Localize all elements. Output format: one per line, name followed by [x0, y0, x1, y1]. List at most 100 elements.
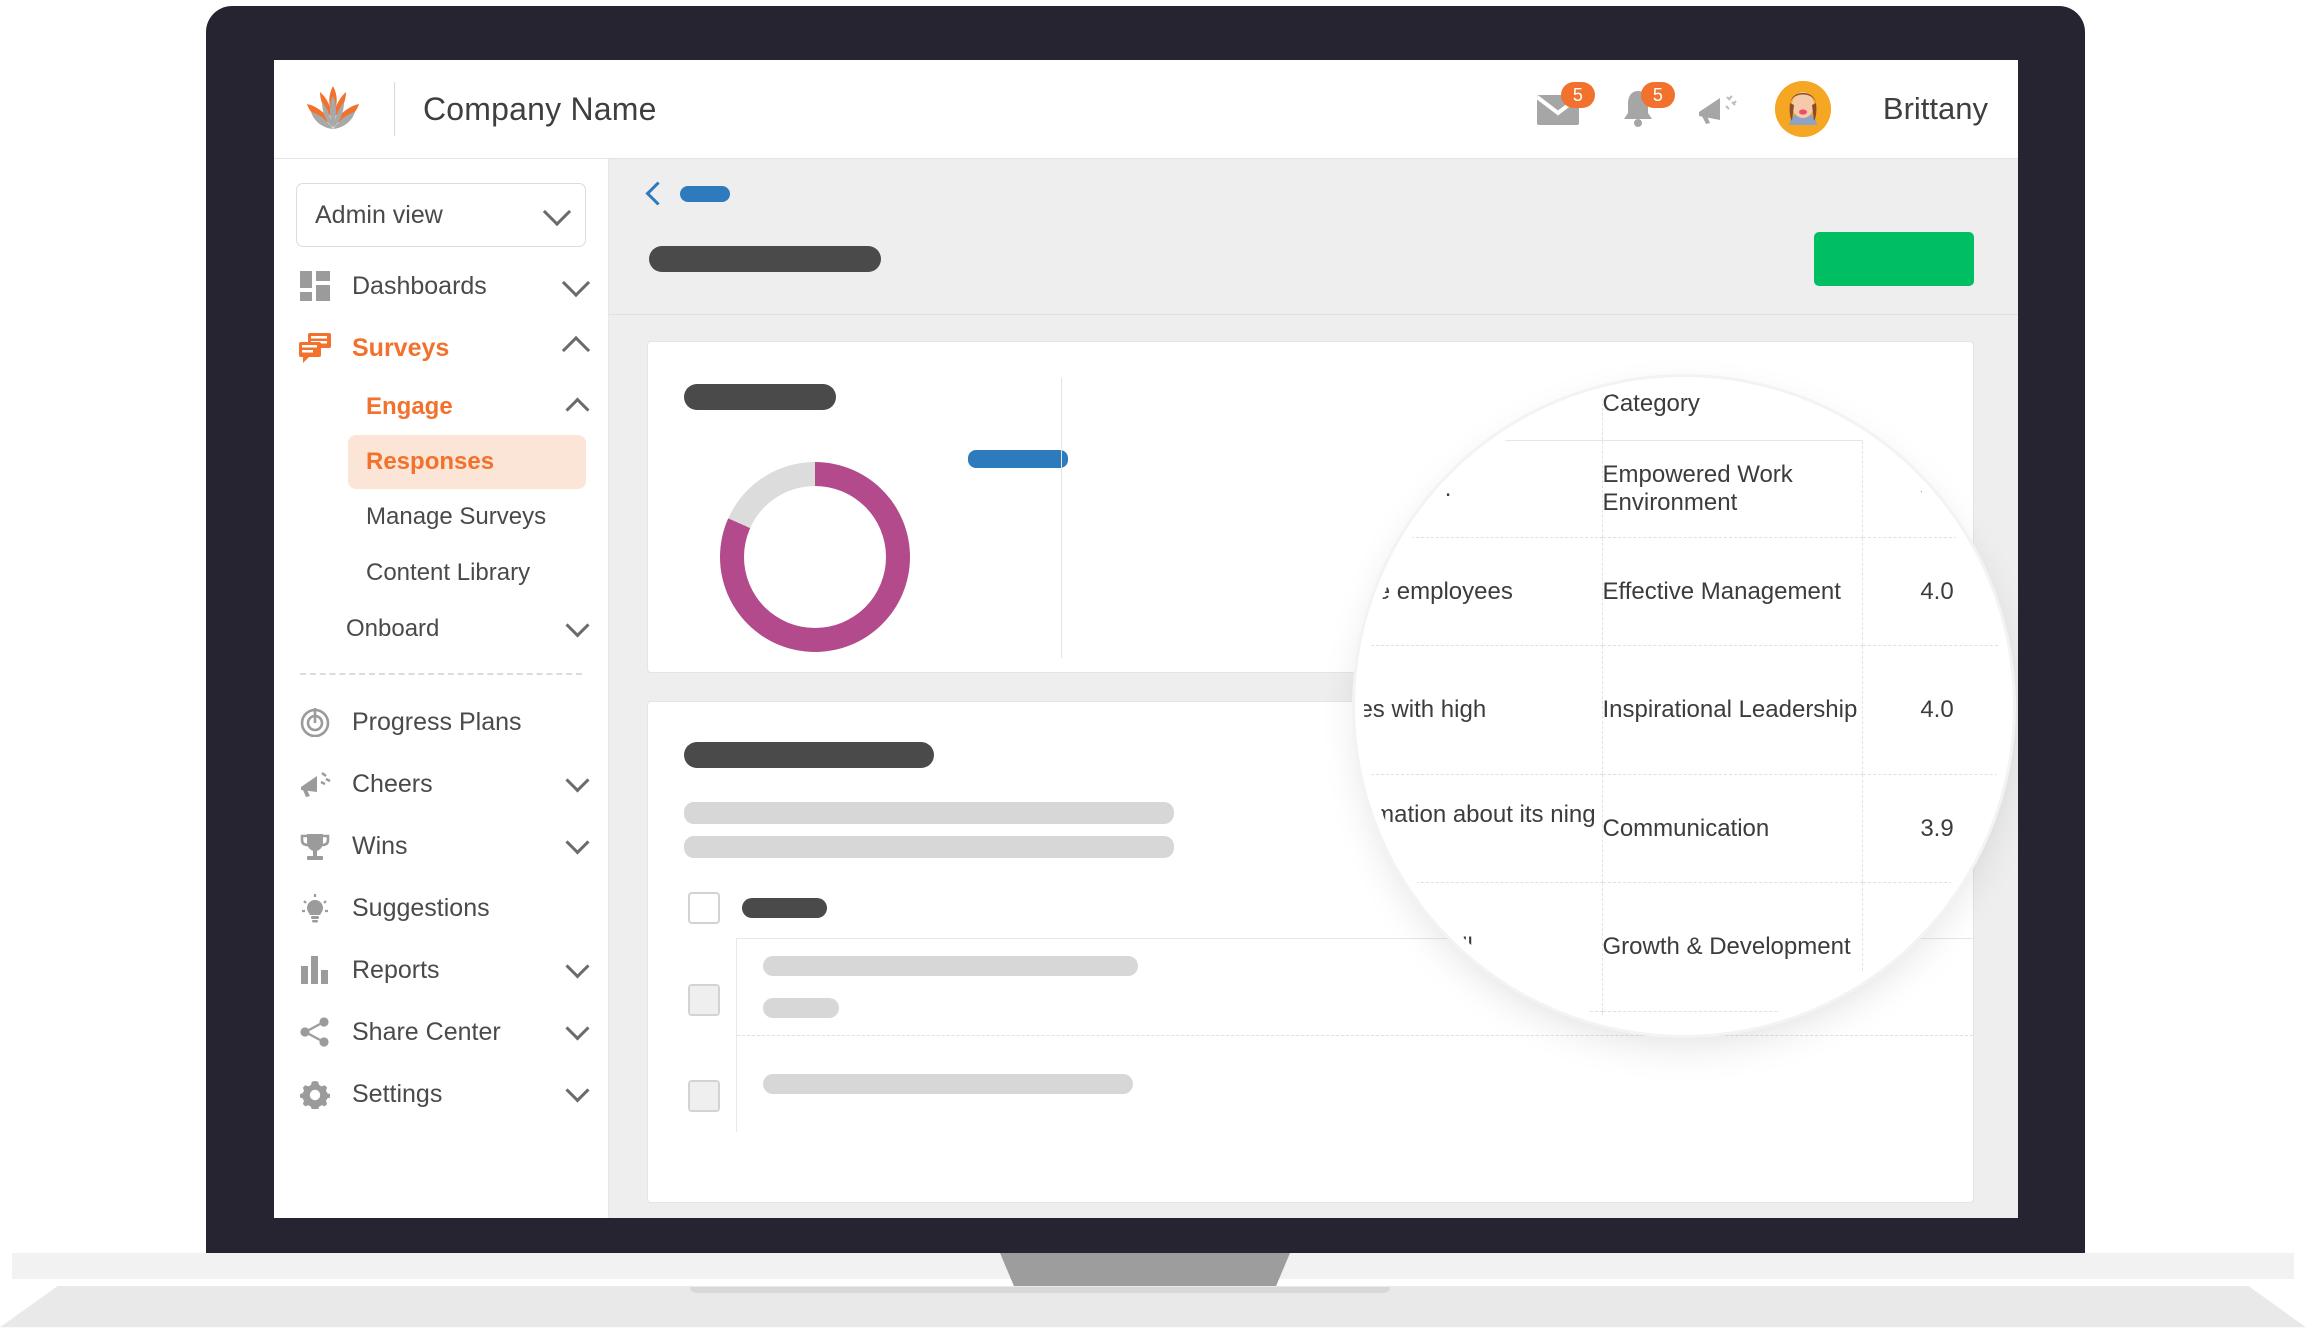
- row-checkbox[interactable]: [688, 1080, 720, 1112]
- table-header-row: Category Score Impacti Action: [1364, 386, 2004, 441]
- sidebar-subitem-engage[interactable]: Engage: [274, 379, 608, 435]
- row-line-secondary: [763, 998, 839, 1018]
- sidebar-item-label: Cheers: [352, 769, 433, 798]
- table-row[interactable]: to make improvements. Empowered Work Env…: [1364, 440, 2004, 538]
- mail-badge: 5: [1560, 82, 1595, 108]
- lotus-logo-icon: [300, 82, 366, 136]
- cell-category: Growth & Development: [1601, 882, 1862, 1013]
- sidebar-item-progress-plans[interactable]: Progress Plans: [274, 691, 608, 753]
- select-all-checkbox[interactable]: [688, 892, 720, 924]
- sidebar-subitem-label: Manage Surveys: [366, 503, 547, 530]
- sidebar-item-share-center[interactable]: Share Center: [274, 1001, 608, 1063]
- cell-score: 3.6: [1861, 1011, 2004, 1026]
- table-row[interactable]: [737, 1036, 1973, 1132]
- lightbulb-icon: [298, 891, 332, 925]
- sidebar-item-label: Suggestions: [352, 893, 490, 922]
- table-row[interactable]: s adequate information about its ning ch…: [1364, 774, 2004, 884]
- sidebar-item-settings[interactable]: Settings: [274, 1063, 608, 1125]
- table-row[interactable]: oals that all of the employees Effective…: [1364, 537, 2004, 647]
- sidebar-item-dashboards[interactable]: Dashboards: [274, 255, 608, 317]
- header-divider: [394, 82, 395, 136]
- table-row[interactable]: n are able to make many Empowered Work E…: [1364, 1011, 2004, 1026]
- bell-badge: 5: [1640, 82, 1675, 108]
- list-header-label: [742, 898, 827, 918]
- cell-statement: unity to develop to my full: [1364, 882, 1602, 1013]
- sidebar-subitem-manage-surveys[interactable]: Manage Surveys: [274, 489, 608, 545]
- sidebar-item-label: Progress Plans: [352, 707, 522, 736]
- chevron-down-icon: [565, 1016, 590, 1041]
- cell-statement: s adequate information about its ning ch…: [1364, 774, 1602, 884]
- brand-area: Company Name: [274, 82, 657, 136]
- row-line-primary: [763, 956, 1138, 976]
- col-statement: [1364, 386, 1602, 441]
- app-screen: Company Name 5 5 Brittany Admin view Das…: [274, 60, 2018, 1218]
- cell-category: Inspirational Leadership: [1601, 645, 1862, 776]
- chevron-down-icon: [542, 197, 572, 226]
- sidebar-subitem-label: Onboard: [346, 615, 440, 642]
- sidebar-item-surveys[interactable]: Surveys: [274, 317, 608, 379]
- breadcrumb[interactable]: [609, 159, 2018, 206]
- chevron-up-icon: [561, 335, 591, 365]
- share-icon: [298, 1015, 332, 1049]
- sidebar-item-label: Dashboards: [352, 271, 487, 300]
- cell-score: 3.9: [1861, 774, 2004, 884]
- megaphone-icon[interactable]: [1695, 86, 1741, 132]
- grid-icon: [298, 269, 332, 303]
- primary-action-button[interactable]: [1814, 232, 1974, 286]
- cell-statement: n are able to make many: [1364, 1011, 1602, 1026]
- cell-statement: oals that all of the employees: [1364, 537, 1602, 647]
- cell-score: 3.7: [1861, 882, 2004, 1013]
- donut-ring: [720, 462, 910, 652]
- chevron-down-icon: [561, 268, 591, 297]
- chevron-up-icon: [565, 396, 590, 422]
- view-selector-label: Admin view: [315, 200, 443, 229]
- cell-category: Empowered Work Environment: [1601, 440, 1862, 538]
- sidebar-subitem-responses[interactable]: Responses: [348, 435, 586, 489]
- laptop-deck: [0, 1286, 2306, 1328]
- card-vertical-divider: [1061, 378, 1062, 658]
- sidebar: Admin view Dashboards Surveys Engage Res…: [274, 159, 609, 1218]
- list-placeholder-line: [684, 836, 1174, 858]
- envelope-icon[interactable]: 5: [1535, 82, 1595, 132]
- sidebar-subitem-content-library[interactable]: Content Library: [274, 545, 608, 601]
- avatar[interactable]: [1774, 81, 1831, 137]
- cell-statement: to make improvements.: [1364, 440, 1602, 538]
- cell-score: 4.0: [1861, 537, 2004, 647]
- row-checkbox[interactable]: [688, 984, 720, 1016]
- cell-category: Effective Management: [1601, 537, 1862, 647]
- sidebar-item-label: Surveys: [352, 333, 450, 362]
- table-row[interactable]: unity to develop to my full Growth & Dev…: [1364, 882, 2004, 1013]
- sidebar-item-cheers[interactable]: Cheers: [274, 753, 608, 815]
- table-row[interactable]: nization operates with high Inspirationa…: [1364, 645, 2004, 776]
- card-tab-pill[interactable]: [968, 450, 1068, 468]
- page-title-row: [609, 202, 2018, 286]
- view-selector[interactable]: Admin view: [296, 183, 586, 247]
- sidebar-item-label: Share Center: [352, 1017, 501, 1046]
- sidebar-item-reports[interactable]: Reports: [274, 939, 608, 1001]
- magnified-table-view: uations All Impacts: [1364, 386, 2004, 1026]
- bell-icon[interactable]: 5: [1615, 82, 1675, 132]
- impact-table: Category Score Impacti Action to make im…: [1364, 386, 2004, 1026]
- content-divider: [609, 314, 2018, 315]
- magnifier-lens: uations All Impacts: [1364, 386, 2004, 1026]
- cell-score: 4.1: [1861, 440, 2004, 538]
- screenshot-root: Company Name 5 5 Brittany Admin view Das…: [0, 0, 2306, 1328]
- sidebar-subitem-label: Engage: [366, 393, 453, 420]
- user-name: Brittany: [1882, 91, 1988, 126]
- sidebar-subitem-label: Content Library: [366, 559, 531, 586]
- sidebar-item-label: Reports: [352, 955, 440, 984]
- cell-category: Empowered Work Environment: [1601, 1011, 1862, 1026]
- sidebar-item-label: Wins: [352, 831, 408, 860]
- page-title: [649, 246, 881, 272]
- target-icon: [298, 705, 332, 739]
- survey-chat-icon: [298, 331, 332, 365]
- sidebar-subitem-label: Responses: [366, 448, 495, 475]
- chevron-down-icon: [565, 954, 590, 979]
- breadcrumb-pill[interactable]: [680, 185, 730, 202]
- sidebar-subitem-onboard[interactable]: Onboard: [274, 601, 608, 657]
- sidebar-item-suggestions[interactable]: Suggestions: [274, 877, 608, 939]
- sidebar-divider: [300, 673, 582, 675]
- chevron-down-icon: [565, 1078, 590, 1103]
- cell-score: 4.0: [1861, 645, 2004, 776]
- sidebar-item-wins[interactable]: Wins: [274, 815, 608, 877]
